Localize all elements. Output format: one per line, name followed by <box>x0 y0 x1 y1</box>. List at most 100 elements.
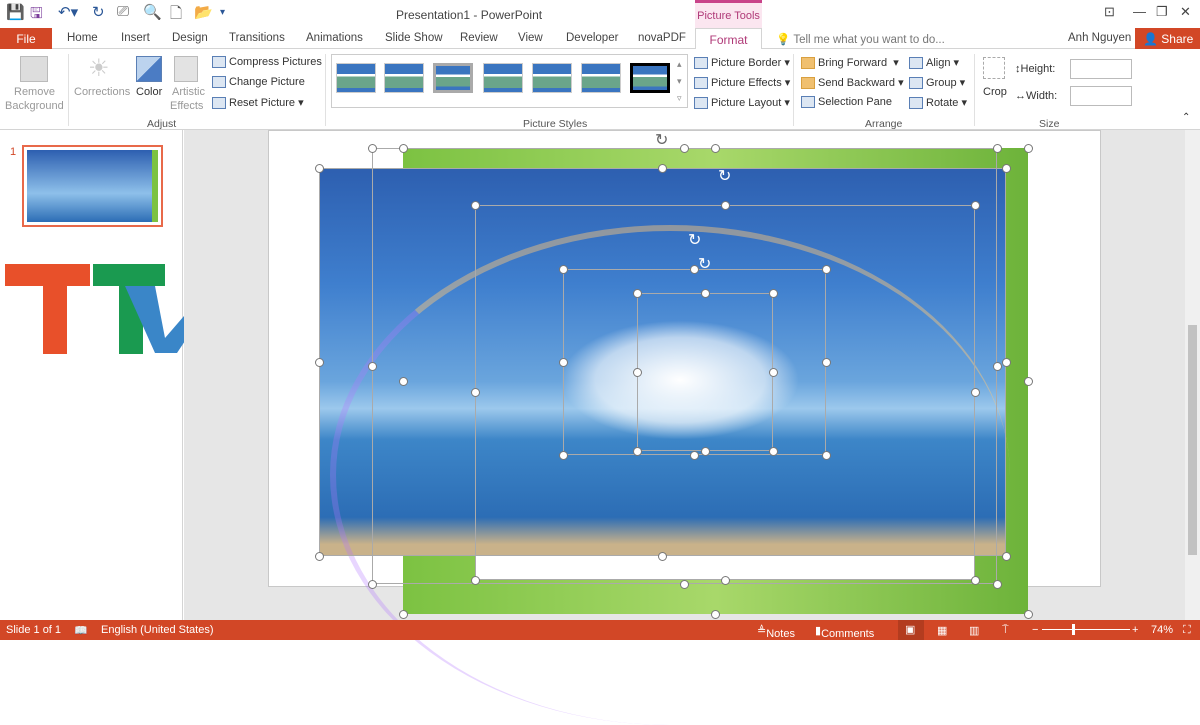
rotate-handle-icon[interactable]: ↻ <box>698 254 711 274</box>
picture-effects-button[interactable]: Picture Effects ▾ <box>694 76 790 90</box>
minimize-icon[interactable]: — <box>1133 4 1146 19</box>
selection-pane-button[interactable]: Selection Pane <box>801 96 892 109</box>
picture-layout-button[interactable]: Picture Layout ▾ <box>694 96 790 110</box>
send-backward-button[interactable]: Send Backward ▾ <box>801 76 904 90</box>
resize-handle[interactable] <box>558 264 568 274</box>
tab-view[interactable]: View <box>518 32 543 44</box>
vertical-scrollbar[interactable] <box>1185 130 1200 620</box>
reset-picture-button[interactable]: Reset Picture ▾ <box>212 96 304 110</box>
zoom-level[interactable]: 74% <box>1151 624 1173 636</box>
slideshow-icon[interactable]: ⍑ <box>1002 624 1009 637</box>
compress-pictures-button[interactable]: Compress Pictures <box>212 56 322 69</box>
resize-handle[interactable] <box>720 200 730 210</box>
resize-handle[interactable] <box>1001 163 1011 173</box>
close-icon[interactable]: ✕ <box>1180 4 1191 20</box>
resize-handle[interactable] <box>680 579 689 589</box>
resize-handle[interactable] <box>970 388 980 397</box>
resize-handle[interactable] <box>632 367 642 377</box>
resize-handle[interactable] <box>711 143 720 153</box>
resize-handle[interactable] <box>398 143 408 153</box>
change-picture-button[interactable]: Change Picture <box>212 76 305 89</box>
resize-handle[interactable] <box>711 609 720 619</box>
resize-handle[interactable] <box>821 357 831 367</box>
resize-handle[interactable] <box>470 388 480 397</box>
tab-transitions[interactable]: Transitions <box>229 32 285 44</box>
notes-button[interactable]: ≜ Notes <box>757 624 795 640</box>
tab-novapdf[interactable]: novaPDF <box>638 32 686 44</box>
scrollbar-thumb[interactable] <box>1188 325 1197 555</box>
tab-insert[interactable]: Insert <box>121 32 150 44</box>
collapse-ribbon-icon[interactable]: ⌃ <box>1182 112 1190 123</box>
resize-handle[interactable] <box>700 446 710 456</box>
zoom-out-icon[interactable]: − <box>1032 624 1038 636</box>
picture-border-button[interactable]: Picture Border ▾ <box>694 56 790 70</box>
user-name[interactable]: Anh Nguyen <box>1068 32 1131 44</box>
share-button[interactable]: 👤 Share <box>1135 28 1200 49</box>
save-icon[interactable]: 💾 <box>6 3 25 21</box>
tab-animations[interactable]: Animations <box>306 32 363 44</box>
save-as-icon[interactable]: 🖫 <box>30 3 43 28</box>
customize-qat-icon[interactable]: ▾ <box>220 7 225 18</box>
rotate-button[interactable]: Rotate ▾ <box>909 96 967 110</box>
picture-style-2[interactable] <box>384 63 424 93</box>
resize-handle[interactable] <box>720 575 730 585</box>
group-button[interactable]: Group ▾ <box>909 76 965 90</box>
height-input[interactable] <box>1070 59 1132 79</box>
resize-handle[interactable] <box>470 200 480 210</box>
presentation-icon[interactable]: ⎚ <box>117 3 129 20</box>
print-preview-icon[interactable]: 🔍 <box>143 3 162 21</box>
zoom-slider-thumb[interactable] <box>1072 624 1076 635</box>
resize-handle[interactable] <box>314 357 324 367</box>
picture-style-4[interactable] <box>483 63 523 93</box>
resize-handle[interactable] <box>768 446 778 456</box>
picture-style-6[interactable] <box>581 63 621 93</box>
resize-handle[interactable] <box>821 450 831 460</box>
resize-handle[interactable] <box>314 551 324 561</box>
resize-handle[interactable] <box>558 357 568 367</box>
resize-handle[interactable] <box>1001 357 1011 367</box>
language[interactable]: English (United States) <box>101 624 214 636</box>
resize-handle[interactable] <box>658 163 667 173</box>
picture-style-5[interactable] <box>532 63 572 93</box>
resize-handle[interactable] <box>992 579 1002 589</box>
comments-button[interactable]: ▮ Comments <box>815 624 874 640</box>
tab-design[interactable]: Design <box>172 32 208 44</box>
redo-icon[interactable]: ↻ <box>92 3 105 21</box>
new-file-icon[interactable]: 🗋 <box>170 3 182 28</box>
tab-developer[interactable]: Developer <box>566 32 618 44</box>
resize-handle[interactable] <box>632 446 642 456</box>
crop-button[interactable]: Crop <box>983 86 1007 98</box>
tell-me-search[interactable]: 💡 Tell me what you want to do... <box>776 32 945 46</box>
tab-home[interactable]: Home <box>67 32 98 44</box>
ribbon-display-icon[interactable]: ⊡ <box>1104 4 1115 20</box>
resize-handle[interactable] <box>1023 376 1033 386</box>
align-button[interactable]: Align ▾ <box>909 56 959 70</box>
tab-review[interactable]: Review <box>460 32 498 44</box>
corrections-button[interactable]: Corrections <box>74 86 130 98</box>
resize-handle[interactable] <box>398 376 408 386</box>
resize-handle[interactable] <box>558 450 568 460</box>
picture-style-3[interactable] <box>433 63 473 93</box>
rotate-handle-icon[interactable]: ↻ <box>718 166 731 186</box>
resize-handle[interactable] <box>1023 143 1033 153</box>
spell-check-icon[interactable]: 📖 <box>74 624 88 637</box>
resize-handle[interactable] <box>470 575 480 585</box>
artistic-effects-button[interactable]: Artistic <box>172 86 205 98</box>
resize-handle[interactable] <box>367 361 377 371</box>
resize-handle[interactable] <box>314 163 324 173</box>
rotate-handle-icon[interactable]: ↻ <box>688 230 701 250</box>
reading-view-icon[interactable]: ▥ <box>969 624 979 637</box>
open-folder-icon[interactable]: 📂 <box>194 3 213 21</box>
resize-handle[interactable] <box>970 575 980 585</box>
resize-handle[interactable] <box>768 288 778 298</box>
resize-handle[interactable] <box>1023 609 1033 619</box>
tab-slide-show[interactable]: Slide Show <box>385 32 443 44</box>
resize-handle[interactable] <box>398 609 408 619</box>
zoom-slider[interactable] <box>1042 629 1130 630</box>
bring-forward-button[interactable]: Bring Forward ▾ <box>801 56 899 70</box>
tab-file[interactable]: File <box>0 28 52 49</box>
resize-handle[interactable] <box>821 264 831 274</box>
gallery-scroll[interactable]: ▴ ▾ ▿ <box>677 56 682 107</box>
resize-handle[interactable] <box>992 361 1002 371</box>
resize-handle[interactable] <box>367 143 377 153</box>
